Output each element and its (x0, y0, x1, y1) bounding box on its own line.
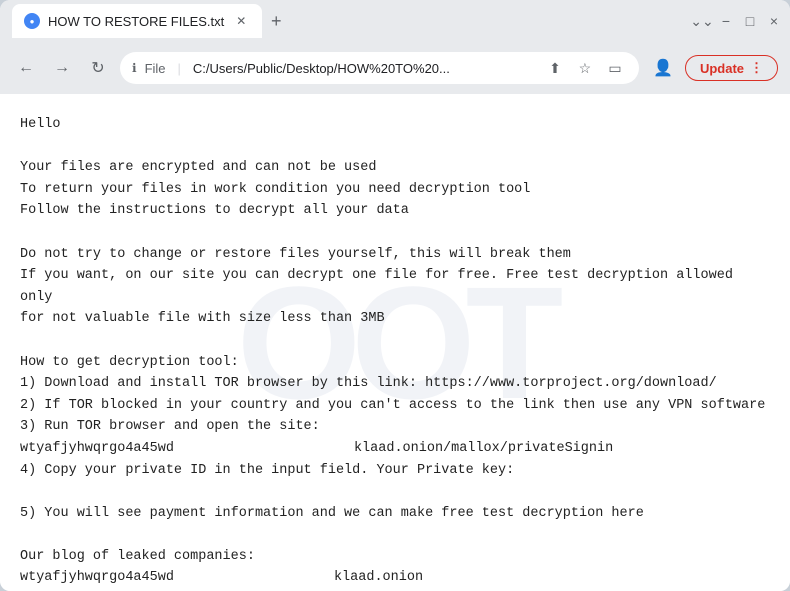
plain-text: klaad.onion (334, 570, 423, 585)
text-line: 1) Download and install TOR browser by t… (20, 373, 770, 395)
text-line: Do not try to change or restore files yo… (20, 244, 770, 266)
url-scheme: File (145, 61, 166, 76)
close-button[interactable]: × (766, 13, 782, 29)
text-line: 3) Run TOR browser and open the site: (20, 416, 770, 438)
plain-text: wtyafjyhwqrgo4a45wd (20, 441, 174, 456)
text-line: 4) Copy your private ID in the input fie… (20, 460, 770, 482)
empty-line (20, 136, 770, 158)
url-bar[interactable]: ℹ File | C:/Users/Public/Desktop/HOW%20T… (120, 52, 639, 84)
url-text: C:/Users/Public/Desktop/HOW%20TO%20... (193, 61, 450, 76)
url-actions: ⬆ ☆ ▭ (543, 56, 627, 80)
text-line: To return your files in work condition y… (20, 179, 770, 201)
content-area: OOT HelloYour files are encrypted and ca… (0, 94, 790, 591)
tab-strip: HOW TO RESTORE FILES.txt ✕ + (8, 4, 690, 38)
update-button[interactable]: Update ⋮ (685, 55, 778, 81)
share-icon[interactable]: ⬆ (543, 56, 567, 80)
text-line: Hello (20, 114, 770, 136)
update-label: Update (700, 61, 744, 76)
plain-text: wtyafjyhwqrgo4a45wd (20, 570, 174, 585)
title-bar: HOW TO RESTORE FILES.txt ✕ + ⌄⌄ − □ × (0, 0, 790, 42)
text-line: Your files are encrypted and can not be … (20, 157, 770, 179)
url-separator: | (178, 61, 181, 76)
back-button[interactable]: ← (12, 54, 40, 82)
empty-line (20, 524, 770, 546)
active-tab[interactable]: HOW TO RESTORE FILES.txt ✕ (12, 4, 262, 38)
info-icon: ℹ (132, 61, 137, 75)
forward-button[interactable]: → (48, 54, 76, 82)
mixed-line: wtyafjyhwqrgo4a45wd klaad.onion/mallox/p… (20, 438, 770, 460)
mixed-line: wtyafjyhwqrgo4a45wd klaad.onion (20, 567, 770, 589)
text-line: If you want, on our site you can decrypt… (20, 265, 770, 308)
profile-button[interactable]: 👤 (647, 52, 679, 84)
mixed-line (20, 481, 770, 503)
text-line: for not valuable file with size less tha… (20, 308, 770, 330)
tab-title: HOW TO RESTORE FILES.txt (48, 14, 224, 29)
new-tab-button[interactable]: + (262, 7, 290, 35)
text-line: 2) If TOR blocked in your country and yo… (20, 395, 770, 417)
minimize-button[interactable]: − (718, 13, 734, 29)
pip-icon[interactable]: ▭ (603, 56, 627, 80)
chevrons-icon: ⌄⌄ (694, 13, 710, 29)
text-content: Hello Your files are encrypted and can no… (0, 94, 790, 591)
tab-close-button[interactable]: ✕ (232, 12, 250, 30)
plain-text: klaad.onion/mallox/privateSignin (354, 441, 613, 456)
maximize-button[interactable]: □ (742, 13, 758, 29)
bookmark-icon[interactable]: ☆ (573, 56, 597, 80)
toolbar-right: 👤 Update ⋮ (647, 52, 778, 84)
browser-window: HOW TO RESTORE FILES.txt ✕ + ⌄⌄ − □ × ← … (0, 0, 790, 591)
update-menu-icon: ⋮ (750, 60, 763, 76)
empty-line (20, 330, 770, 352)
address-bar: ← → ↻ ℹ File | C:/Users/Public/Desktop/H… (0, 42, 790, 94)
window-controls: ⌄⌄ − □ × (694, 13, 782, 29)
reload-button[interactable]: ↻ (84, 54, 112, 82)
empty-line (20, 222, 770, 244)
text-line: How to get decryption tool: (20, 352, 770, 374)
text-line: Our blog of leaked companies: (20, 546, 770, 568)
tab-favicon-icon (24, 13, 40, 29)
text-line: 5) You will see payment information and … (20, 503, 770, 525)
text-line: Follow the instructions to decrypt all y… (20, 200, 770, 222)
